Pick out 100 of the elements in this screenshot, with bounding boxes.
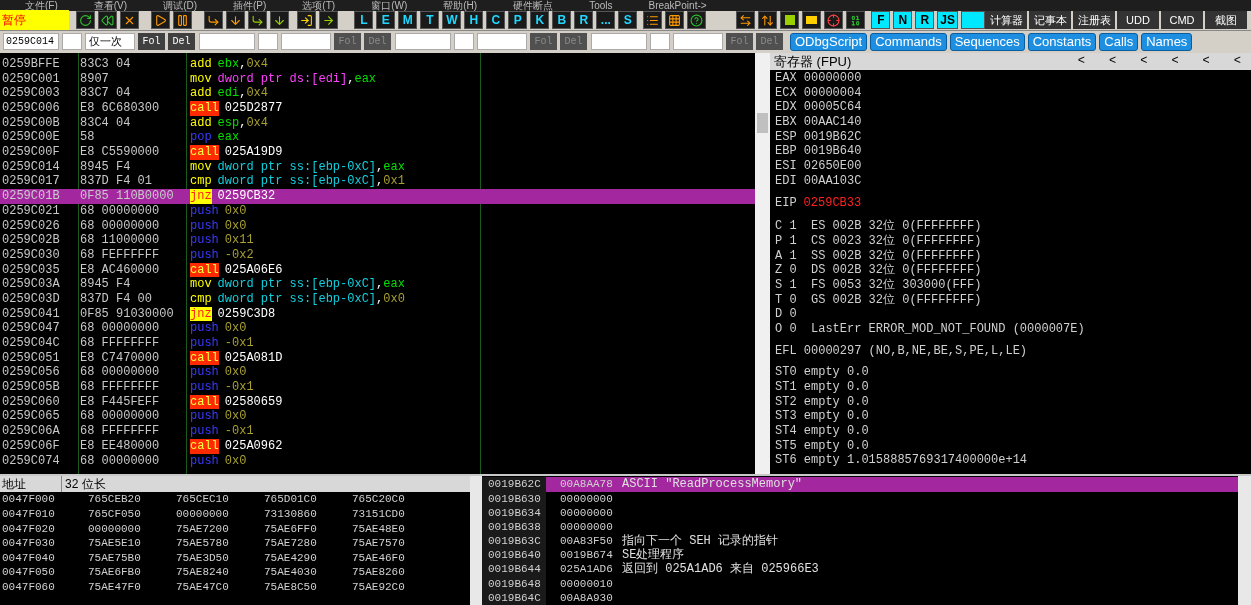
stack-row[interactable]: 0019B64C 00A8A930 (482, 590, 1238, 605)
code-row[interactable]: 0259C03D 837D F4 00 cmp dword ptr ss:[ebp-0xC],0x0 (0, 291, 755, 307)
code-row[interactable]: 0259C06F E8 EE480000 call 025A0962 (0, 438, 755, 454)
mode-field[interactable] (281, 33, 331, 51)
window-button[interactable]: S (618, 11, 638, 30)
nav-button[interactable]: < (1171, 52, 1179, 71)
code-row[interactable]: 0259C074 68 00000000 push 0x0 (0, 453, 755, 469)
tool-button[interactable]: 截图 (1205, 11, 1247, 30)
stack-row[interactable]: 0019B648 00000010 (482, 576, 1238, 591)
stack-row[interactable]: 0019B630 00000000 (482, 491, 1238, 506)
nav-button[interactable]: < (1140, 52, 1148, 71)
window-button[interactable]: B (552, 11, 572, 30)
window-button[interactable]: W (442, 11, 462, 30)
menu-item[interactable]: BreakPoint-> (648, 0, 707, 11)
code-row[interactable]: 0259C051 E8 C7470000 call 025A081D (0, 350, 755, 366)
input-field[interactable] (62, 33, 82, 51)
tool-button[interactable]: CMD (1161, 11, 1203, 30)
stack-row[interactable]: 0019B644 025A1AD6 返回到 025A1AD6 来自 025966E3 (482, 562, 1238, 577)
window-button[interactable]: M (398, 11, 418, 30)
blank-plugin-icon[interactable] (961, 11, 985, 30)
help-icon[interactable] (687, 11, 707, 30)
menu-item[interactable]: 硬件断点 (513, 0, 554, 11)
code-row[interactable]: 0259C014 8945 F4 mov dword ptr ss:[ebp-0xC],eax (0, 159, 755, 175)
code-row[interactable]: 0259C03A 8945 F4 mov dword ptr ss:[ebp-0xC],eax (0, 277, 755, 292)
go-to-icon[interactable] (319, 11, 339, 30)
watch-button[interactable]: Del (168, 33, 195, 51)
window-button[interactable]: ... (596, 11, 616, 30)
address-field[interactable] (199, 33, 255, 51)
nav-button[interactable]: < (1233, 52, 1241, 71)
window-button[interactable]: E (376, 11, 396, 30)
address-field[interactable]: 0259C014 (3, 33, 59, 51)
plugin-button[interactable]: R (915, 11, 935, 30)
step-into-icon[interactable] (204, 11, 224, 30)
execute-till-return-icon[interactable] (297, 11, 317, 30)
plugin-button[interactable]: N (893, 11, 913, 30)
nav-button[interactable]: < (1202, 52, 1210, 71)
window-button[interactable]: L (354, 11, 374, 30)
stack-row[interactable]: 0019B640 0019B674 SE处理程序 (482, 548, 1238, 563)
target-icon[interactable] (824, 11, 844, 30)
trace-into-icon[interactable] (248, 11, 268, 30)
rewind-icon[interactable] (98, 11, 118, 30)
window-button[interactable]: K (530, 11, 550, 30)
stack-row[interactable]: 0019B638 00000000 (482, 519, 1238, 535)
stack-row[interactable]: 0019B63C 00A83F50 指向下一个 SEH 记录的指针 (482, 534, 1238, 549)
code-row[interactable]: 0259BFFE 83C3 04 add ebx,0x4 (0, 56, 755, 72)
code-row[interactable]: 0259C006 E8 6C680300 call 025D2877 (0, 101, 755, 116)
mode-field[interactable]: 仅一次 (85, 33, 135, 51)
swap-icon[interactable] (736, 11, 756, 30)
menu-item[interactable]: 查看(V) (93, 0, 128, 11)
code-row[interactable]: 0259C026 68 00000000 push 0x0 (0, 218, 755, 234)
code-row[interactable]: 0259C065 68 00000000 push 0x0 (0, 409, 755, 425)
mode-field[interactable] (673, 33, 723, 51)
input-field[interactable] (258, 33, 278, 51)
close-icon[interactable] (120, 11, 140, 30)
plugin-button[interactable]: F (871, 11, 891, 30)
code-row[interactable]: 0259C00F E8 C5590000 call 025A19D9 (0, 145, 755, 160)
watch-button[interactable]: Fol (138, 33, 165, 51)
column-header[interactable]: 地址 (0, 476, 62, 493)
tool-button[interactable]: 计算器 (985, 11, 1027, 30)
menu-item[interactable]: 插件(P) (233, 0, 267, 11)
window-button[interactable]: T (420, 11, 440, 30)
address-field[interactable] (395, 33, 451, 51)
mode-field[interactable] (477, 33, 527, 51)
scrollbar[interactable] (470, 476, 482, 605)
code-row[interactable]: 0259C001 8907 mov dword ptr ds:[edi],eax (0, 71, 755, 87)
code-row[interactable]: 0259C030 68 FEFFFFFF push -0x2 (0, 247, 755, 263)
code-row[interactable]: 0259C060 E8 F445FEFF call 02580659 (0, 394, 755, 410)
list-icon[interactable] (643, 11, 663, 30)
pause-icon[interactable] (173, 11, 193, 30)
window-button[interactable]: C (486, 11, 506, 30)
column-header[interactable]: 32 位长 (62, 476, 470, 493)
step-over-icon[interactable] (226, 11, 246, 30)
menu-item[interactable]: 选项(T) (302, 0, 336, 11)
window-button[interactable]: R (574, 11, 594, 30)
code-row[interactable]: 0259C06A 68 FFFFFFFF push -0x1 (0, 424, 755, 439)
code-row[interactable]: 0259C035 E8 AC460000 call 025A06E6 (0, 262, 755, 278)
plugin-button[interactable]: JS (937, 11, 958, 30)
nav-button[interactable]: < (1109, 52, 1117, 71)
restart-icon[interactable] (76, 11, 96, 30)
input-field[interactable] (454, 33, 474, 51)
menu-item[interactable]: 调试(D) (163, 0, 197, 11)
code-row[interactable]: 0259C04C 68 FFFFFFFF push -0x1 (0, 336, 755, 351)
window-button[interactable]: P (508, 11, 528, 30)
tool-button[interactable]: UDD (1117, 11, 1159, 30)
tool-button[interactable]: 注册表 (1073, 11, 1115, 30)
play-icon[interactable] (151, 11, 171, 30)
code-row[interactable]: 0259C047 68 00000000 push 0x0 (0, 321, 755, 336)
menu-item[interactable]: 窗口(W) (371, 0, 408, 11)
grid-icon[interactable] (665, 11, 685, 30)
trace-over-icon[interactable] (270, 11, 290, 30)
stack-row[interactable]: 0019B62C 00A8AA78 ASCII "ReadProcessMemory" (482, 477, 1238, 492)
code-row[interactable]: 0259C02B 68 11000000 push 0x11 (0, 233, 755, 248)
address-field[interactable] (591, 33, 647, 51)
scrollbar[interactable] (1238, 476, 1251, 605)
stack-row[interactable]: 0019B634 00000000 (482, 505, 1238, 520)
window-button[interactable]: H (464, 11, 484, 30)
code-row[interactable]: 0259C01B 0F85 110B0000 jnz 0259CB32 (0, 189, 755, 204)
scrollbar[interactable] (755, 52, 770, 475)
code-row[interactable]: 0259C041 0F85 91030000 jnz 0259C3D8 (0, 306, 755, 322)
code-row[interactable]: 0259C017 837D F4 01 cmp dword ptr ss:[ebp-0xC],0x1 (0, 174, 755, 190)
